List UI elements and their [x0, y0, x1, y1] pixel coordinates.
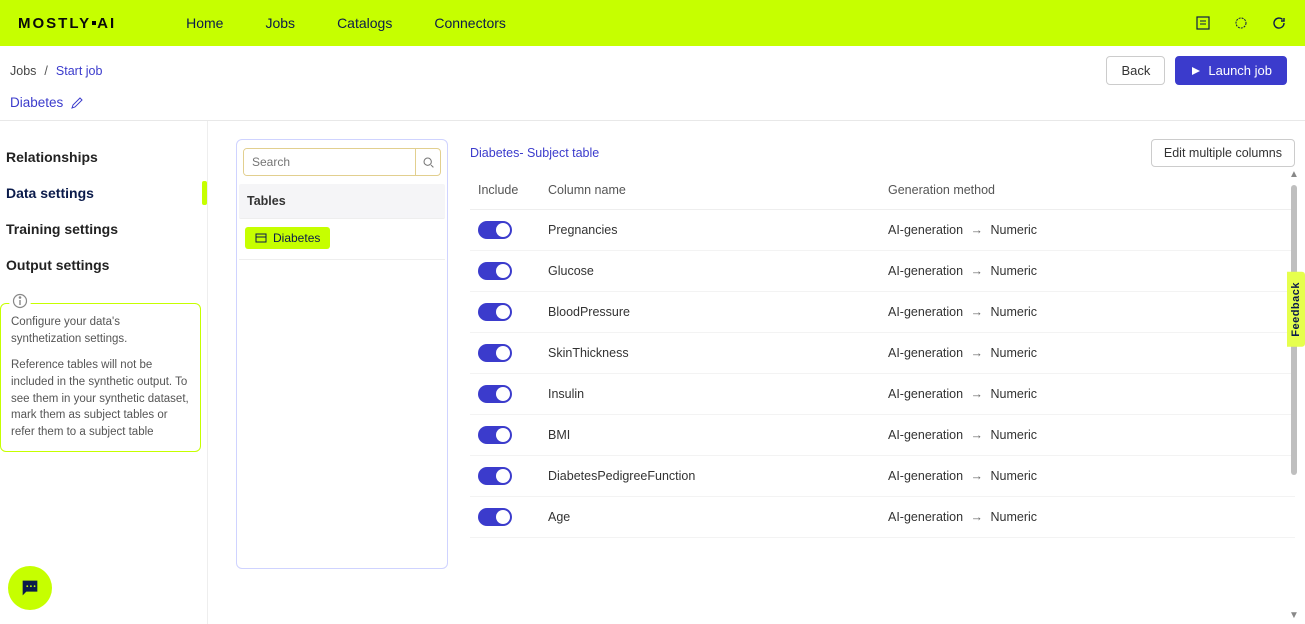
nav-jobs[interactable]: Jobs	[265, 15, 295, 31]
info-icon	[9, 290, 31, 312]
scroll-up-icon[interactable]: ▲	[1289, 169, 1299, 179]
columns-area: Diabetes- Subject table Edit multiple co…	[470, 139, 1295, 614]
column-name-cell: DiabetesPedigreeFunction	[540, 456, 880, 497]
back-button[interactable]: Back	[1106, 56, 1165, 85]
generation-method-cell: AI-generation → Numeric	[880, 333, 1295, 374]
generation-method-cell: AI-generation → Numeric	[880, 251, 1295, 292]
column-name-cell: Insulin	[540, 374, 880, 415]
col-header-include: Include	[470, 173, 540, 210]
table-search-input[interactable]	[244, 149, 415, 175]
breadcrumb-current: Start job	[56, 64, 103, 78]
settings-icon[interactable]	[1233, 15, 1249, 31]
generation-method-cell: AI-generation → Numeric	[880, 456, 1295, 497]
table-row[interactable]: SkinThicknessAI-generation → Numeric	[470, 333, 1295, 374]
column-name-cell: SkinThickness	[540, 333, 880, 374]
table-chip-diabetes[interactable]: Diabetes	[245, 227, 330, 249]
generation-method-cell: AI-generation → Numeric	[880, 415, 1295, 456]
columns-table: Include Column name Generation method Pr…	[470, 173, 1295, 538]
table-row[interactable]: PregnanciesAI-generation → Numeric	[470, 210, 1295, 251]
breadcrumb: Jobs / Start job	[10, 64, 102, 78]
breadcrumb-separator: /	[44, 64, 47, 78]
list-icon[interactable]	[1195, 15, 1211, 31]
info-text-2: Reference tables will not be included in…	[11, 357, 190, 440]
job-name: Diabetes	[10, 95, 63, 110]
sidebar-item-training-settings[interactable]: Training settings	[0, 211, 207, 247]
include-toggle[interactable]	[478, 221, 512, 239]
refresh-icon[interactable]	[1271, 15, 1287, 31]
include-toggle[interactable]	[478, 344, 512, 362]
generation-method-cell: AI-generation → Numeric	[880, 374, 1295, 415]
column-name-cell: Age	[540, 497, 880, 538]
top-nav-bar: MOSTLYAI Home Jobs Catalogs Connectors	[0, 0, 1305, 46]
include-toggle[interactable]	[478, 426, 512, 444]
sidebar-item-output-settings[interactable]: Output settings	[0, 247, 207, 283]
table-row[interactable]: GlucoseAI-generation → Numeric	[470, 251, 1295, 292]
generation-method-cell: AI-generation → Numeric	[880, 292, 1295, 333]
chat-button[interactable]	[8, 566, 52, 610]
table-row[interactable]: InsulinAI-generation → Numeric	[470, 374, 1295, 415]
table-row[interactable]: BloodPressureAI-generation → Numeric	[470, 292, 1295, 333]
column-name-cell: BloodPressure	[540, 292, 880, 333]
col-header-name: Column name	[540, 173, 880, 210]
nav-connectors[interactable]: Connectors	[434, 15, 506, 31]
column-name-cell: BMI	[540, 415, 880, 456]
include-toggle[interactable]	[478, 467, 512, 485]
table-row[interactable]: AgeAI-generation → Numeric	[470, 497, 1295, 538]
sidebar-item-data-settings[interactable]: Data settings	[0, 175, 207, 211]
table-row[interactable]: DiabetesPedigreeFunctionAI-generation → …	[470, 456, 1295, 497]
edit-icon[interactable]	[71, 97, 83, 109]
search-button[interactable]	[415, 149, 440, 175]
column-name-cell: Pregnancies	[540, 210, 880, 251]
breadcrumb-root[interactable]: Jobs	[10, 64, 36, 78]
edit-multiple-columns-button[interactable]: Edit multiple columns	[1151, 139, 1295, 167]
table-chip-label: Diabetes	[273, 231, 320, 245]
nav-catalogs[interactable]: Catalogs	[337, 15, 392, 31]
feedback-tab[interactable]: Feedback	[1287, 272, 1305, 347]
include-toggle[interactable]	[478, 508, 512, 526]
sidebar-item-relationships[interactable]: Relationships	[0, 139, 207, 175]
brand-logo: MOSTLYAI	[18, 15, 116, 32]
include-toggle[interactable]	[478, 385, 512, 403]
info-box: Configure your data's synthetization set…	[0, 303, 201, 452]
columns-title: Diabetes- Subject table	[470, 146, 599, 160]
info-text-1: Configure your data's synthetization set…	[11, 314, 190, 347]
settings-sidebar: Relationships Data settings Training set…	[0, 121, 208, 624]
nav-home[interactable]: Home	[186, 15, 223, 31]
tables-divider	[239, 259, 445, 260]
subheader: Jobs / Start job Back Launch job	[0, 46, 1305, 89]
col-header-method: Generation method	[880, 173, 1295, 210]
include-toggle[interactable]	[478, 303, 512, 321]
subject-table-icon	[255, 232, 267, 244]
tables-heading: Tables	[239, 184, 445, 219]
table-row[interactable]: BMIAI-generation → Numeric	[470, 415, 1295, 456]
launch-job-button[interactable]: Launch job	[1175, 56, 1287, 85]
generation-method-cell: AI-generation → Numeric	[880, 210, 1295, 251]
launch-job-label: Launch job	[1208, 63, 1272, 78]
generation-method-cell: AI-generation → Numeric	[880, 497, 1295, 538]
column-name-cell: Glucose	[540, 251, 880, 292]
scroll-down-icon[interactable]: ▼	[1289, 610, 1299, 620]
tables-panel: Tables Diabetes	[236, 139, 448, 569]
include-toggle[interactable]	[478, 262, 512, 280]
